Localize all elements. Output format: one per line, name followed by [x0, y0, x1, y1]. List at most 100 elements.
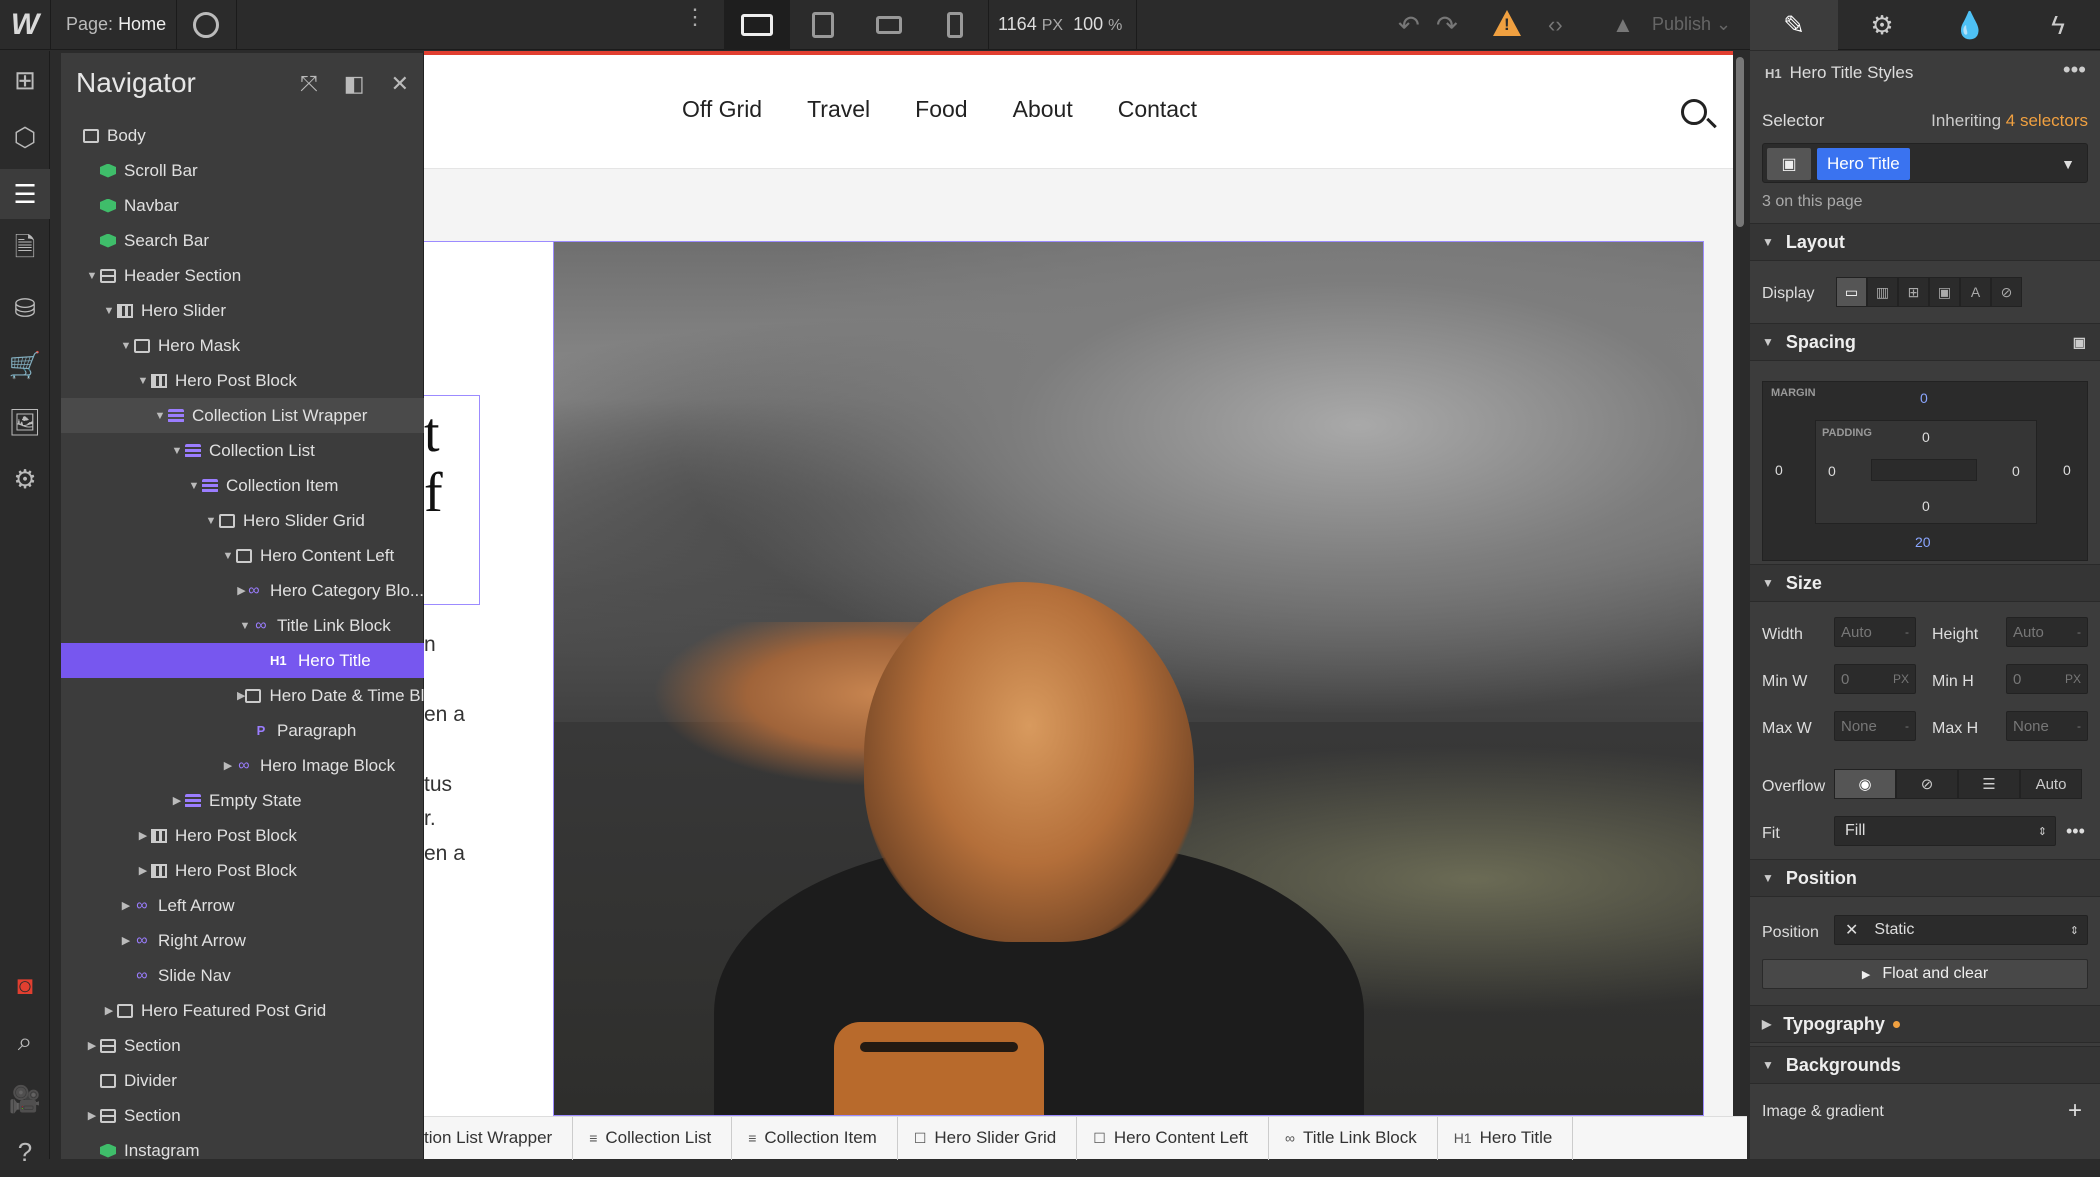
- margin-bottom-value[interactable]: 20: [1915, 534, 1931, 550]
- navigator-item[interactable]: ▶ ∞ Right Arrow: [61, 923, 424, 958]
- style-panel-tab[interactable]: ✎: [1750, 0, 1838, 50]
- site-menu-link[interactable]: Contact: [1118, 96, 1197, 123]
- display-none-button[interactable]: ⊘: [1991, 277, 2022, 307]
- overflow-hidden-button[interactable]: ⊘: [1896, 769, 1958, 799]
- navigator-item[interactable]: ▶ Hero Post Block: [61, 818, 424, 853]
- preview-eye-icon[interactable]: [193, 12, 219, 38]
- navigator-item[interactable]: ▼ Hero Content Left: [61, 538, 424, 573]
- display-inline-block-button[interactable]: ▣: [1929, 277, 1960, 307]
- caret-right-icon[interactable]: ▶: [169, 794, 185, 807]
- navigator-item[interactable]: ▶ Hero Post Block: [61, 853, 424, 888]
- navigator-item[interactable]: ▼ Hero Slider Grid: [61, 503, 424, 538]
- max-width-input[interactable]: None -: [1834, 711, 1916, 741]
- record-icon[interactable]: ◙: [0, 960, 50, 1010]
- navigator-item[interactable]: ▼ Hero Slider: [61, 293, 424, 328]
- caret-down-icon[interactable]: ▼: [220, 550, 236, 562]
- display-block-button[interactable]: ▭: [1836, 277, 1867, 307]
- caret-down-icon[interactable]: ▼: [135, 375, 151, 387]
- display-grid-button[interactable]: ⊞: [1898, 277, 1929, 307]
- search-icon[interactable]: ⌕: [0, 1017, 50, 1067]
- scroll-thumb[interactable]: [1736, 57, 1744, 227]
- padding-top-value[interactable]: 0: [1922, 429, 1930, 445]
- caret-right-icon[interactable]: ▶: [135, 829, 151, 842]
- symbols-icon[interactable]: ⬡: [0, 112, 50, 162]
- caret-right-icon[interactable]: ▶: [84, 1109, 100, 1122]
- dock-panel-icon[interactable]: ◧: [344, 71, 365, 97]
- overflow-scroll-button[interactable]: ☰: [1958, 769, 2020, 799]
- width-input[interactable]: Auto -: [1834, 617, 1916, 647]
- spacing-section-header[interactable]: ▼ Spacing ▣: [1750, 323, 2100, 361]
- navigator-item[interactable]: Search Bar: [61, 223, 424, 258]
- typography-section-header[interactable]: ▶ Typography: [1750, 1005, 2100, 1043]
- caret-down-icon[interactable]: ▼: [118, 340, 134, 352]
- margin-left-value[interactable]: 0: [1775, 462, 1783, 478]
- help-icon[interactable]: ?: [0, 1127, 50, 1177]
- navigator-item[interactable]: Instagram: [61, 1133, 424, 1168]
- chevron-down-icon[interactable]: ▼: [2061, 156, 2075, 172]
- display-inline-button[interactable]: A: [1960, 277, 1991, 307]
- max-height-input[interactable]: None -: [2006, 711, 2088, 741]
- collapse-all-icon[interactable]: ⤧: [300, 71, 318, 97]
- navigator-item[interactable]: ▶ ∞ Left Arrow: [61, 888, 424, 923]
- undo-icon[interactable]: ↶: [1398, 10, 1420, 41]
- publish-button[interactable]: Publish ⌄: [1652, 14, 1731, 35]
- breadcrumb-item[interactable]: ☐ Hero Content Left: [1077, 1116, 1270, 1160]
- navigator-item[interactable]: ▶ Section: [61, 1098, 424, 1133]
- selector-chip[interactable]: Hero Title: [1817, 148, 1910, 180]
- caret-right-icon[interactable]: ▶: [135, 864, 151, 877]
- navigator-item[interactable]: H1 Hero Title: [61, 643, 424, 678]
- navigator-item[interactable]: P Paragraph: [61, 713, 424, 748]
- overflow-visible-button[interactable]: ◉: [1834, 769, 1896, 799]
- caret-right-icon[interactable]: ▶: [237, 584, 246, 597]
- caret-right-icon[interactable]: ▶: [118, 899, 134, 912]
- spacing-preset-icon[interactable]: ▣: [2073, 334, 2086, 351]
- inheriting-info[interactable]: Inheriting 4 selectors: [1931, 111, 2088, 131]
- caret-down-icon[interactable]: ▼: [203, 515, 219, 527]
- position-select[interactable]: ✕ Static ⇕: [1834, 915, 2088, 945]
- video-tutorials-icon[interactable]: 🎥: [0, 1074, 50, 1124]
- navigator-item[interactable]: ▶ ∞ Hero Category Blo...: [61, 573, 424, 608]
- breadcrumb-item[interactable]: tion List Wrapper: [424, 1116, 574, 1160]
- navigator-icon[interactable]: ☰: [0, 169, 50, 219]
- interactions-tab[interactable]: ϟ: [2014, 0, 2100, 50]
- webflow-logo[interactable]: W: [0, 0, 50, 50]
- design-canvas[interactable]: Off Grid Travel Food About Contact tf n en a…: [424, 51, 1747, 1116]
- navigator-item[interactable]: ▼ ∞ Title Link Block: [61, 608, 424, 643]
- navigator-item[interactable]: ▼ Collection List Wrapper: [61, 398, 424, 433]
- navigator-item[interactable]: Body: [61, 118, 424, 153]
- navigator-item[interactable]: ∞ Slide Nav: [61, 958, 424, 993]
- breadcrumb-item[interactable]: ≡ Collection List: [573, 1116, 733, 1160]
- breadcrumb-item[interactable]: H1 Hero Title: [1438, 1116, 1574, 1160]
- site-menu-link[interactable]: Off Grid: [682, 96, 762, 123]
- close-icon[interactable]: ✕: [391, 71, 409, 97]
- navigator-item[interactable]: ▼ Collection List: [61, 433, 424, 468]
- margin-right-value[interactable]: 0: [2063, 462, 2071, 478]
- code-icon[interactable]: ‹›: [1548, 12, 1563, 38]
- redo-icon[interactable]: ↷: [1436, 10, 1458, 41]
- site-search-icon[interactable]: [1681, 99, 1707, 125]
- caret-down-icon[interactable]: ▼: [186, 480, 202, 492]
- caret-down-icon[interactable]: ▼: [169, 445, 185, 457]
- more-icon[interactable]: •••: [2063, 57, 2086, 83]
- pages-icon[interactable]: 🗎: [0, 226, 50, 276]
- size-section-header[interactable]: ▼ Size: [1750, 564, 2100, 602]
- page-selector[interactable]: Page: Home: [66, 14, 166, 35]
- assets-icon[interactable]: 🖼: [0, 397, 50, 447]
- ecommerce-icon[interactable]: 🛒: [0, 340, 50, 390]
- settings-panel-tab[interactable]: ⚙: [1838, 0, 1926, 50]
- navigator-item[interactable]: ▼ Collection Item: [61, 468, 424, 503]
- padding-right-value[interactable]: 0: [2012, 463, 2020, 479]
- navigator-item[interactable]: Divider: [61, 1063, 424, 1098]
- overflow-auto-button[interactable]: Auto: [2020, 769, 2082, 799]
- navigator-item[interactable]: ▶ Hero Featured Post Grid: [61, 993, 424, 1028]
- height-input[interactable]: Auto -: [2006, 617, 2088, 647]
- style-manager-tab[interactable]: 💧: [1926, 0, 2014, 50]
- navigator-item[interactable]: ▶ Empty State: [61, 783, 424, 818]
- backgrounds-section-header[interactable]: ▼ Backgrounds: [1750, 1046, 2100, 1084]
- navigator-item[interactable]: ▶ Hero Date & Time Bl: [61, 678, 424, 713]
- breadcrumb-item[interactable]: ≡ Collection Item: [732, 1116, 898, 1160]
- site-menu-link[interactable]: Travel: [807, 96, 870, 123]
- navigator-item[interactable]: ▶ Section: [61, 1028, 424, 1063]
- caret-right-icon[interactable]: ▶: [118, 934, 134, 947]
- fit-select[interactable]: Fill ⇕: [1834, 816, 2056, 846]
